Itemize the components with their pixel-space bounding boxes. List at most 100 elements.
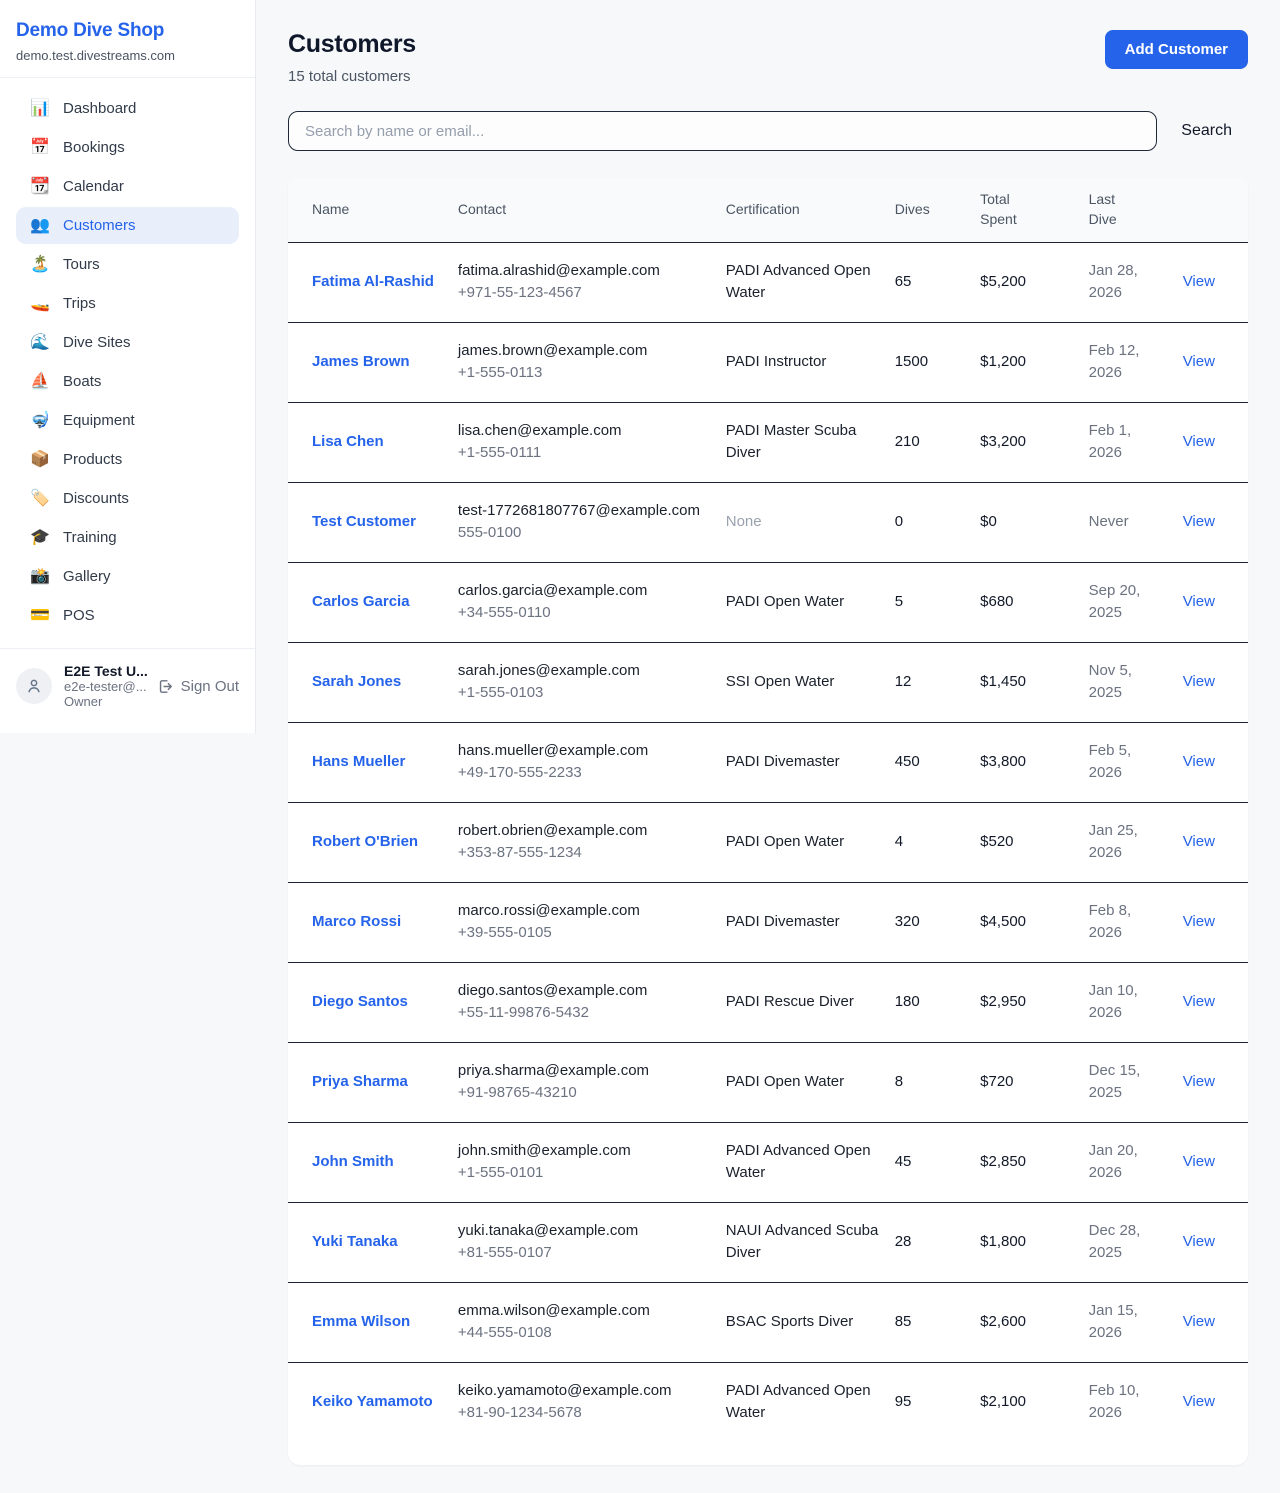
table-row: John Smithjohn.smith@example.com+1-555-0… bbox=[288, 1122, 1248, 1202]
cell-name: Priya Sharma bbox=[288, 1042, 458, 1122]
cell-actions: View bbox=[1183, 722, 1248, 802]
column-header-dives: Dives bbox=[895, 177, 980, 242]
customer-name-link[interactable]: Emma Wilson bbox=[312, 1313, 410, 1330]
customer-email: yuki.tanaka@example.com bbox=[458, 1220, 710, 1243]
customer-name-link[interactable]: Sarah Jones bbox=[312, 673, 401, 690]
cell-actions: View bbox=[1183, 642, 1248, 722]
customer-email: lisa.chen@example.com bbox=[458, 420, 710, 443]
table-row: Fatima Al-Rashidfatima.alrashid@example.… bbox=[288, 242, 1248, 322]
people-icon: 👥 bbox=[30, 218, 50, 234]
cell-contact: james.brown@example.com+1-555-0113 bbox=[458, 322, 726, 402]
customer-name-link[interactable]: Lisa Chen bbox=[312, 433, 384, 450]
add-customer-button[interactable]: Add Customer bbox=[1105, 30, 1248, 69]
sidebar-item-bookings[interactable]: 📅Bookings bbox=[16, 129, 239, 166]
cell-name: Robert O'Brien bbox=[288, 802, 458, 882]
cell-last-dive: Feb 8, 2026 bbox=[1089, 882, 1183, 962]
view-link[interactable]: View bbox=[1183, 353, 1215, 370]
sidebar-item-label: Gallery bbox=[63, 568, 111, 585]
table-row: Yuki Tanakayuki.tanaka@example.com+81-55… bbox=[288, 1202, 1248, 1282]
cell-dives: 65 bbox=[895, 242, 980, 322]
sidebar-item-discounts[interactable]: 🏷️Discounts bbox=[16, 480, 239, 517]
customer-name-link[interactable]: Marco Rossi bbox=[312, 913, 401, 930]
sidebar-item-label: Boats bbox=[63, 373, 101, 390]
customer-email: james.brown@example.com bbox=[458, 340, 710, 363]
sidebar-item-dive-sites[interactable]: 🌊Dive Sites bbox=[16, 324, 239, 361]
search-button[interactable]: Search bbox=[1165, 114, 1248, 148]
wave-icon: 🌊 bbox=[30, 335, 50, 351]
customer-name-link[interactable]: Priya Sharma bbox=[312, 1073, 408, 1090]
customer-name-link[interactable]: Carlos Garcia bbox=[312, 593, 410, 610]
cell-actions: View bbox=[1183, 1202, 1248, 1282]
customer-name-link[interactable]: Test Customer bbox=[312, 513, 416, 530]
cell-last-dive: Feb 5, 2026 bbox=[1089, 722, 1183, 802]
customer-name-link[interactable]: Diego Santos bbox=[312, 993, 408, 1010]
cell-total-spent: $0 bbox=[980, 482, 1088, 562]
sidebar-item-equipment[interactable]: 🤿Equipment bbox=[16, 402, 239, 439]
table-row: Lisa Chenlisa.chen@example.com+1-555-011… bbox=[288, 402, 1248, 482]
page-title: Customers bbox=[288, 30, 416, 59]
view-link[interactable]: View bbox=[1183, 273, 1215, 290]
sidebar-header: Demo Dive Shop demo.test.divestreams.com bbox=[0, 0, 255, 78]
view-link[interactable]: View bbox=[1183, 1233, 1215, 1250]
view-link[interactable]: View bbox=[1183, 673, 1215, 690]
table-row: Hans Muellerhans.mueller@example.com+49-… bbox=[288, 722, 1248, 802]
view-link[interactable]: View bbox=[1183, 753, 1215, 770]
column-header-certification: Certification bbox=[726, 177, 895, 242]
view-link[interactable]: View bbox=[1183, 1153, 1215, 1170]
cell-total-spent: $2,950 bbox=[980, 962, 1088, 1042]
speedboat-icon: 🚤 bbox=[30, 296, 50, 312]
page-header: Customers 15 total customers Add Custome… bbox=[288, 30, 1248, 85]
customer-name-link[interactable]: Keiko Yamamoto bbox=[312, 1393, 433, 1410]
cell-contact: carlos.garcia@example.com+34-555-0110 bbox=[458, 562, 726, 642]
sidebar-item-dashboard[interactable]: 📊Dashboard bbox=[16, 90, 239, 127]
shop-name-link[interactable]: Demo Dive Shop bbox=[16, 20, 239, 42]
customer-name-link[interactable]: Hans Mueller bbox=[312, 753, 405, 770]
cell-actions: View bbox=[1183, 882, 1248, 962]
customer-name-link[interactable]: Yuki Tanaka bbox=[312, 1233, 398, 1250]
view-link[interactable]: View bbox=[1183, 913, 1215, 930]
view-link[interactable]: View bbox=[1183, 993, 1215, 1010]
view-link[interactable]: View bbox=[1183, 1393, 1215, 1410]
sidebar-item-calendar[interactable]: 📆Calendar bbox=[16, 168, 239, 205]
sidebar-item-boats[interactable]: ⛵Boats bbox=[16, 363, 239, 400]
cell-actions: View bbox=[1183, 1122, 1248, 1202]
customer-name-link[interactable]: Fatima Al-Rashid bbox=[312, 273, 434, 290]
cell-total-spent: $2,100 bbox=[980, 1362, 1088, 1465]
table-row: Robert O'Brienrobert.obrien@example.com+… bbox=[288, 802, 1248, 882]
cell-name: Sarah Jones bbox=[288, 642, 458, 722]
sign-out-button[interactable]: Sign Out bbox=[157, 678, 239, 695]
customer-email: priya.sharma@example.com bbox=[458, 1060, 710, 1083]
view-link[interactable]: View bbox=[1183, 1313, 1215, 1330]
sidebar-item-trips[interactable]: 🚤Trips bbox=[16, 285, 239, 322]
cell-actions: View bbox=[1183, 1042, 1248, 1122]
table-row: Test Customertest-1772681807767@example.… bbox=[288, 482, 1248, 562]
customer-phone: +44-555-0108 bbox=[458, 1322, 710, 1345]
customer-name-link[interactable]: James Brown bbox=[312, 353, 410, 370]
view-link[interactable]: View bbox=[1183, 833, 1215, 850]
customer-name-link[interactable]: Robert O'Brien bbox=[312, 833, 418, 850]
view-link[interactable]: View bbox=[1183, 433, 1215, 450]
view-link[interactable]: View bbox=[1183, 513, 1215, 530]
view-link[interactable]: View bbox=[1183, 1073, 1215, 1090]
search-input[interactable] bbox=[288, 111, 1157, 151]
customer-name-link[interactable]: John Smith bbox=[312, 1153, 394, 1170]
sidebar-item-training[interactable]: 🎓Training bbox=[16, 519, 239, 556]
cell-name: Yuki Tanaka bbox=[288, 1202, 458, 1282]
cell-last-dive: Jan 25, 2026 bbox=[1089, 802, 1183, 882]
cell-total-spent: $3,800 bbox=[980, 722, 1088, 802]
cell-total-spent: $5,200 bbox=[980, 242, 1088, 322]
sidebar-item-tours[interactable]: 🏝️Tours bbox=[16, 246, 239, 283]
sidebar-item-products[interactable]: 📦Products bbox=[16, 441, 239, 478]
view-link[interactable]: View bbox=[1183, 593, 1215, 610]
sidebar-item-label: Dashboard bbox=[63, 100, 136, 117]
cell-total-spent: $720 bbox=[980, 1042, 1088, 1122]
sidebar-item-customers[interactable]: 👥Customers bbox=[16, 207, 239, 244]
sidebar-item-label: POS bbox=[63, 607, 95, 624]
customer-count: 15 total customers bbox=[288, 68, 416, 85]
cell-contact: priya.sharma@example.com+91-98765-43210 bbox=[458, 1042, 726, 1122]
customer-email: diego.santos@example.com bbox=[458, 980, 710, 1003]
cell-dives: 450 bbox=[895, 722, 980, 802]
sidebar-item-pos[interactable]: 💳POS bbox=[16, 597, 239, 634]
cell-actions: View bbox=[1183, 1282, 1248, 1362]
sidebar-item-gallery[interactable]: 📸Gallery bbox=[16, 558, 239, 595]
